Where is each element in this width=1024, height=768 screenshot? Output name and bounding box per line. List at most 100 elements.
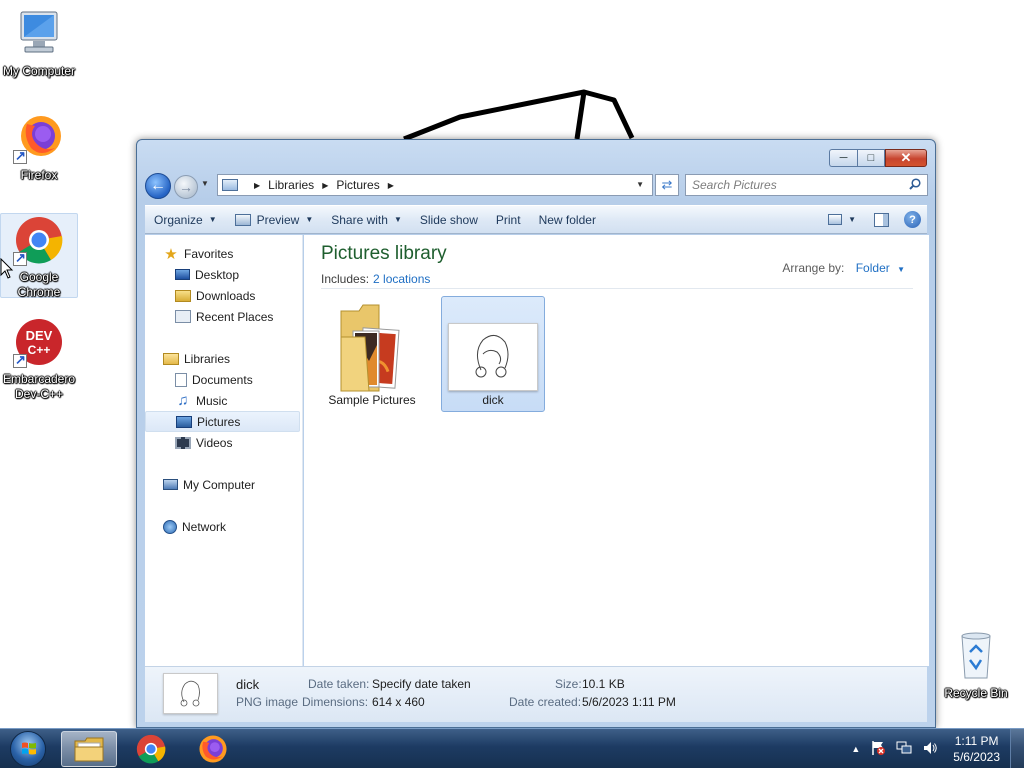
nav-item-my-computer[interactable]: My Computer: [145, 474, 302, 495]
recent-pages-dropdown[interactable]: ▼: [201, 179, 209, 188]
music-note-icon: ♫: [177, 392, 189, 409]
chevron-down-icon: ▼: [848, 215, 856, 224]
preview-icon: [234, 213, 251, 226]
documents-icon: [175, 372, 187, 387]
nav-item-label: Music: [196, 393, 228, 408]
breadcrumb-libraries[interactable]: Libraries: [268, 178, 314, 192]
breadcrumb-pictures[interactable]: Pictures: [336, 178, 379, 192]
nav-item-videos[interactable]: Videos: [145, 432, 302, 453]
start-button[interactable]: [4, 730, 52, 768]
close-button[interactable]: ✕: [885, 149, 927, 167]
network-icon[interactable]: [896, 740, 912, 759]
my-computer-icon: [13, 8, 65, 60]
forward-arrow-icon: →: [179, 179, 193, 195]
new-folder-button[interactable]: New folder: [530, 206, 605, 233]
volume-icon[interactable]: [922, 740, 938, 759]
chevron-down-icon: ▼: [393, 215, 402, 224]
action-center-flag-icon[interactable]: [870, 740, 886, 759]
library-icon: [222, 179, 238, 191]
print-button[interactable]: Print: [487, 206, 530, 233]
arrange-by-dropdown[interactable]: Folder: [856, 261, 890, 275]
minimize-button[interactable]: ─: [829, 149, 857, 167]
nav-item-network[interactable]: Network: [145, 516, 302, 537]
desktop-icon-label: Recycle Bin: [944, 686, 1008, 700]
nav-item-music[interactable]: ♫ Music: [145, 390, 302, 411]
clock-time: 1:11 PM: [954, 734, 999, 748]
command-bar: Organize ▼ Preview ▼ Share with ▼ Slide …: [145, 205, 927, 234]
chevron-right-icon[interactable]: ▶: [322, 181, 328, 190]
taskbar-firefox[interactable]: [185, 731, 241, 767]
address-dropdown-icon[interactable]: ▼: [636, 180, 644, 189]
date-created-value: 5/6/2023 1:11 PM: [582, 695, 676, 709]
nav-item-label: Favorites: [184, 246, 234, 261]
date-created-label: Date created:: [509, 695, 582, 709]
maximize-button[interactable]: □: [857, 149, 885, 167]
chevron-down-icon: ▼: [305, 215, 314, 224]
help-icon[interactable]: ?: [904, 211, 921, 228]
chevron-right-icon[interactable]: ▶: [254, 181, 260, 190]
maximize-icon: □: [867, 152, 875, 164]
file-item-sample-pictures[interactable]: Sample Pictures: [320, 296, 424, 412]
date-taken-value[interactable]: Specify date taken: [372, 677, 471, 691]
locations-link[interactable]: 2 locations: [373, 272, 430, 286]
file-item-dick[interactable]: dick: [441, 296, 545, 412]
explorer-window[interactable]: ─ □ ✕ ← → ▼ ▶ Libraries ▶ Pictures ▶ ▼ ⇄…: [136, 139, 936, 728]
organize-label: Organize: [154, 212, 203, 227]
desktop-icon-my-computer[interactable]: My Computer: [0, 8, 78, 79]
preview-button[interactable]: Preview ▼: [226, 206, 323, 233]
nav-item-label: Pictures: [197, 414, 241, 429]
details-pane: dick PNG image Date taken: Specify date …: [145, 666, 927, 722]
nav-item-label: My Computer: [183, 477, 256, 492]
slide-show-button[interactable]: Slide show: [411, 206, 487, 233]
clock[interactable]: 1:11 PM 5/6/2023: [953, 733, 1000, 765]
date-taken-label: Date taken:: [308, 677, 370, 691]
network-globe-icon: [163, 519, 177, 534]
nav-item-documents[interactable]: Documents: [145, 369, 302, 390]
svg-text:DEV: DEV: [26, 328, 53, 343]
back-button[interactable]: ←: [145, 173, 171, 199]
windows-orb-icon: [10, 731, 46, 767]
mouse-cursor-icon: [0, 258, 14, 279]
nav-item-libraries[interactable]: Libraries: [145, 348, 302, 369]
desktop-icon: [175, 269, 190, 280]
chevron-down-icon: ▼: [208, 215, 217, 224]
desktop-icon-google-chrome[interactable]: Google Chrome: [0, 213, 78, 299]
taskbar-windows-explorer[interactable]: [61, 731, 117, 767]
search-box[interactable]: [685, 174, 928, 196]
nav-item-label: Documents: [192, 372, 253, 387]
address-bar[interactable]: ▶ Libraries ▶ Pictures ▶ ▼: [217, 174, 653, 196]
forward-button[interactable]: →: [174, 175, 198, 199]
svg-text:C++: C++: [28, 343, 51, 357]
show-desktop-button[interactable]: [1010, 729, 1024, 768]
chevron-right-icon[interactable]: ▶: [388, 181, 394, 190]
taskbar-google-chrome[interactable]: [123, 731, 179, 767]
refresh-icon: ⇄: [661, 177, 673, 192]
nav-item-label: Downloads: [196, 288, 256, 303]
nav-item-favorites[interactable]: ★ Favorites: [145, 243, 302, 264]
refresh-button[interactable]: ⇄: [655, 174, 679, 196]
nav-item-recent-places[interactable]: Recent Places: [145, 306, 302, 327]
share-with-button[interactable]: Share with ▼: [322, 206, 411, 233]
desktop-icon-label: Embarcadero Dev-C++: [2, 372, 76, 401]
desktop-icon-firefox[interactable]: Firefox: [0, 112, 78, 183]
change-view-button[interactable]: ▼: [819, 206, 865, 233]
file-list-pane[interactable]: Pictures library Includes: 2 locations Ar…: [304, 235, 929, 666]
library-includes: Includes: 2 locations: [321, 272, 430, 286]
desktop-icon-recycle-bin[interactable]: Recycle Bin: [936, 630, 1016, 701]
nav-item-label: Libraries: [184, 351, 231, 366]
downloads-folder-icon: [175, 289, 191, 302]
nav-item-desktop[interactable]: Desktop: [145, 264, 302, 285]
nav-item-label: Recent Places: [196, 309, 274, 324]
preview-pane-button[interactable]: [865, 206, 898, 233]
search-icon[interactable]: [909, 178, 921, 190]
pictures-icon: [176, 415, 192, 428]
chevron-down-icon[interactable]: ▼: [897, 265, 905, 274]
nav-item-downloads[interactable]: Downloads: [145, 285, 302, 306]
show-hidden-icons-icon[interactable]: ▲: [851, 744, 860, 754]
organize-button[interactable]: Organize ▼: [145, 206, 226, 233]
navigation-pane: ★ Favorites Desktop Downloads Recent Pla…: [145, 235, 303, 666]
desktop-icon-dev-cpp[interactable]: DEV C++ Embarcadero Dev-C++: [0, 316, 78, 402]
search-input[interactable]: [686, 175, 896, 195]
nav-item-pictures[interactable]: Pictures: [145, 411, 300, 432]
